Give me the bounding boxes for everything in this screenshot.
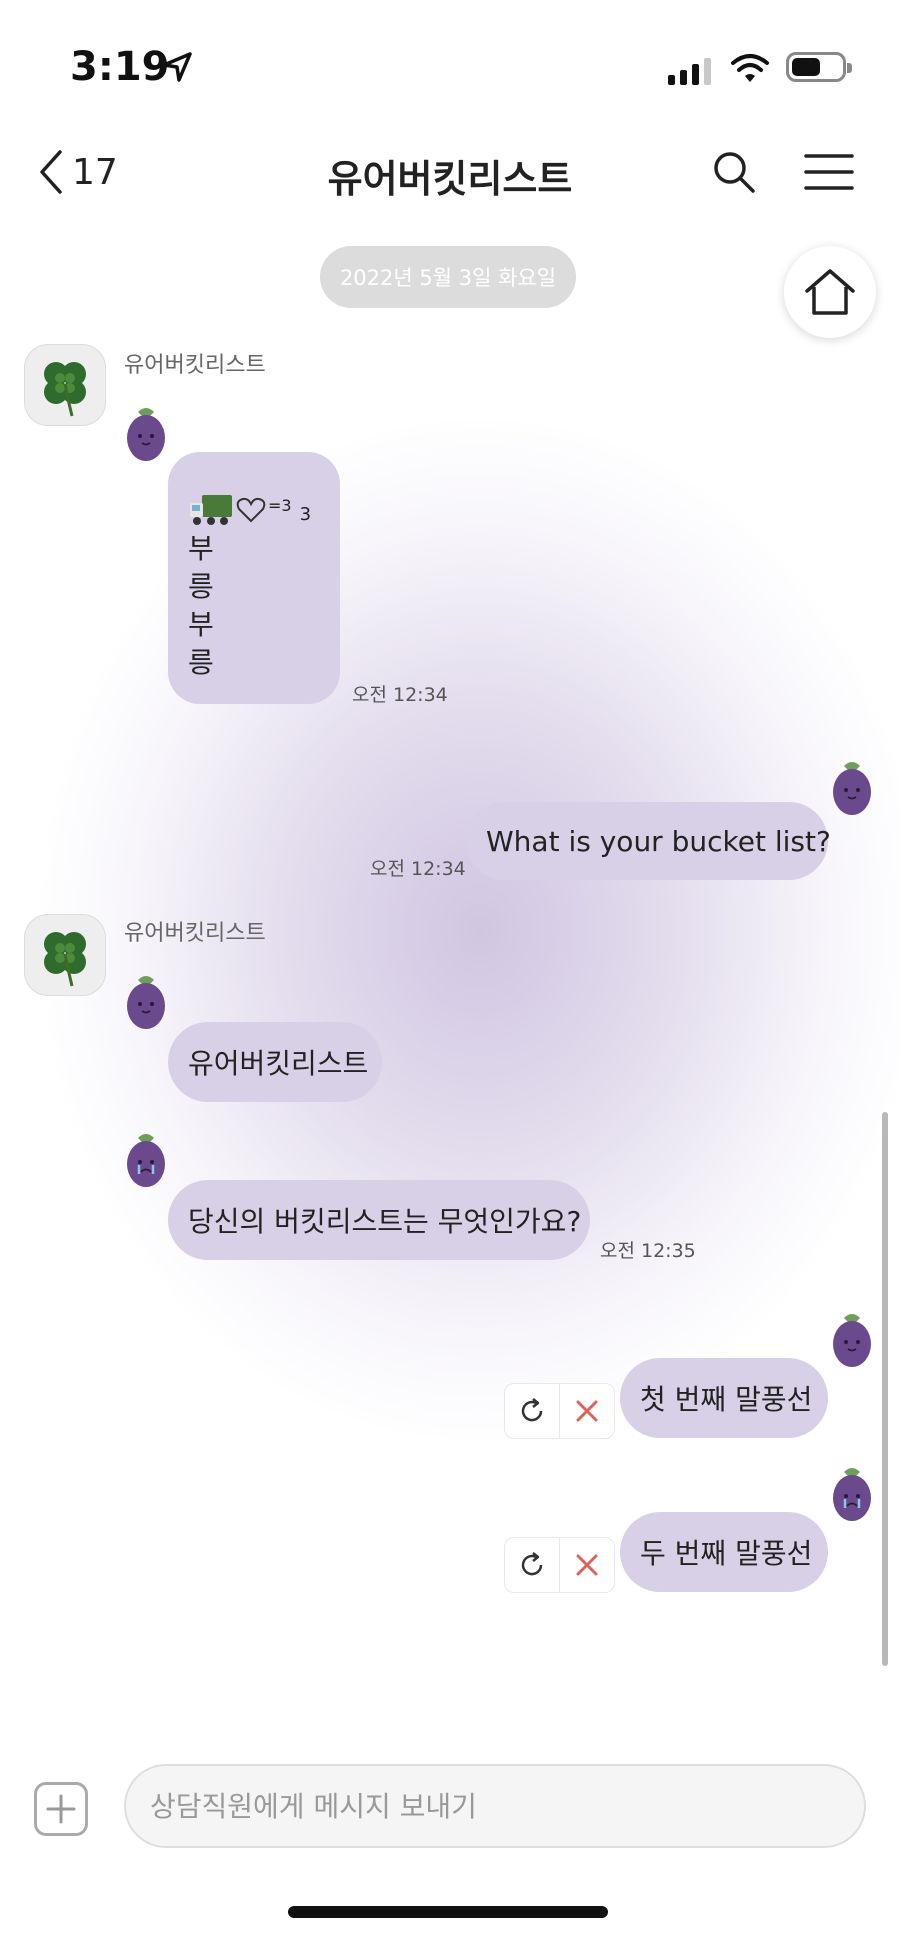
delete-button[interactable]: [560, 1538, 614, 1592]
menu-icon[interactable]: [804, 152, 854, 196]
message-action-group: [504, 1383, 615, 1439]
date-divider: 2022년 5월 3일 화요일: [320, 246, 576, 308]
wifi-icon: [730, 52, 770, 88]
refresh-icon: [521, 1398, 543, 1422]
clover-icon: [44, 362, 86, 417]
location-arrow-icon: [160, 50, 194, 88]
truck-icon: [190, 495, 232, 525]
refresh-icon: [521, 1552, 543, 1576]
eggplant-icon: [124, 402, 168, 466]
eggplant-icon: [124, 970, 168, 1034]
delete-button[interactable]: [560, 1384, 614, 1438]
unread-count: 17: [72, 151, 118, 193]
home-icon: [805, 269, 855, 315]
attach-button[interactable]: [34, 1782, 88, 1836]
plus-icon: [46, 1794, 76, 1824]
vertical-top-line: =3 3: [188, 490, 320, 530]
chevron-left-icon: [40, 150, 62, 194]
crying-eggplant-icon: [830, 1462, 874, 1526]
status-time: 3:19: [70, 44, 170, 90]
user-message-bubble[interactable]: 두 번째 말풍선: [620, 1512, 828, 1592]
message-time: 오전 12:35: [600, 1240, 696, 1262]
clover-icon: [44, 932, 86, 987]
vertical-top-sub: 3: [299, 503, 312, 525]
user-message-bubble[interactable]: What is your bucket list?: [466, 802, 831, 880]
chat-title: 유어버킷리스트: [327, 157, 573, 201]
vertical-top-text: =3: [268, 496, 292, 515]
message-input[interactable]: [124, 1764, 866, 1848]
vertical-char: 릉: [188, 646, 214, 679]
eggplant-icon: [830, 1308, 874, 1372]
bot-avatar[interactable]: [24, 344, 106, 426]
vertical-char: 부: [188, 532, 214, 565]
message-bubble-vertical[interactable]: =3 3 부 릉 부 릉: [168, 452, 340, 704]
user-message-bubble[interactable]: 첫 번째 말풍선: [620, 1358, 828, 1438]
message-time: 오전 12:34: [370, 858, 466, 880]
vertical-char: 릉: [188, 570, 214, 603]
home-button[interactable]: [784, 246, 876, 338]
bot-message-bubble[interactable]: 유어버킷리스트: [168, 1022, 382, 1102]
retry-button[interactable]: [505, 1384, 559, 1438]
sender-name: 유어버킷리스트: [124, 353, 266, 378]
message-time: 오전 12:34: [352, 684, 448, 706]
crying-eggplant-icon: [124, 1128, 168, 1192]
vertical-char: 부: [188, 608, 214, 641]
close-icon: [576, 1400, 598, 1422]
eggplant-icon: [830, 756, 874, 820]
scrollbar[interactable]: [882, 1112, 888, 1666]
bot-message-bubble[interactable]: 당신의 버킷리스트는 무엇인가요?: [168, 1180, 590, 1260]
retry-button[interactable]: [505, 1538, 559, 1592]
back-button[interactable]: 17: [36, 148, 118, 196]
bot-avatar[interactable]: [24, 914, 106, 996]
search-icon[interactable]: [710, 148, 758, 200]
close-icon: [576, 1554, 598, 1576]
signal-icon: [668, 58, 711, 85]
message-action-group: [504, 1537, 615, 1593]
heart-icon: [236, 497, 266, 523]
home-indicator: [288, 1906, 608, 1918]
sender-name: 유어버킷리스트: [124, 921, 266, 946]
battery-icon: [786, 52, 852, 82]
